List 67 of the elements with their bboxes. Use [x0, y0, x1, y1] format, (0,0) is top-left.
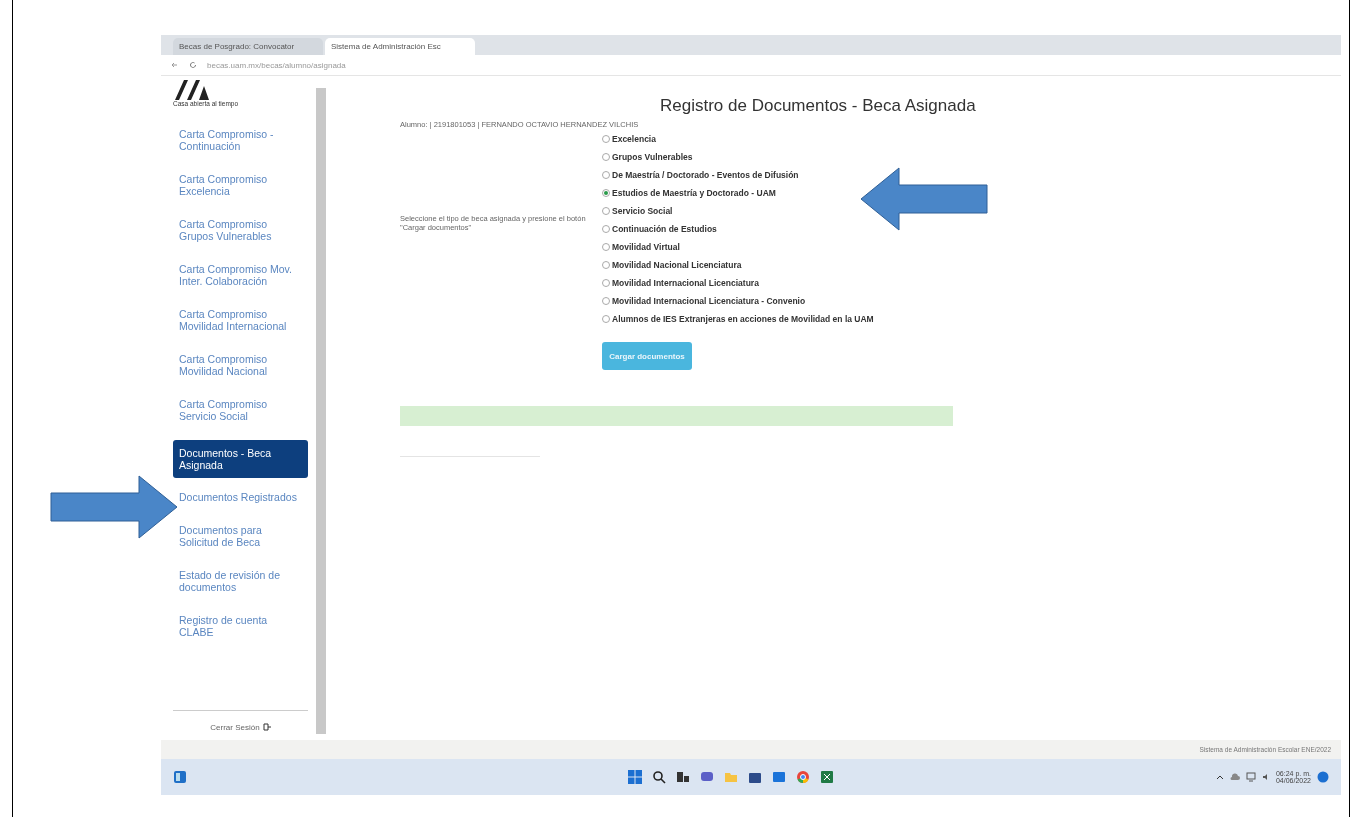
- option-label: Movilidad Virtual: [612, 242, 680, 252]
- sidebar-item[interactable]: Documentos Registrados: [173, 488, 308, 506]
- chevron-up-icon[interactable]: [1215, 773, 1224, 781]
- option-label: Movilidad Internacional Licenciatura: [612, 278, 759, 288]
- task-view-icon[interactable]: [676, 770, 691, 784]
- sidebar-item[interactable]: Carta Compromiso Movilidad Internacional: [173, 305, 308, 335]
- radio-button[interactable]: [602, 297, 610, 305]
- reload-icon[interactable]: [189, 61, 197, 69]
- sidebar-item[interactable]: Documentos para Solicitud de Beca: [173, 521, 308, 551]
- radio-button[interactable]: [602, 315, 610, 323]
- monitor-icon[interactable]: [1245, 772, 1256, 782]
- radio-button[interactable]: [602, 261, 610, 269]
- radio-button[interactable]: [602, 171, 610, 179]
- option-label: Estudios de Maestría y Doctorado - UAM: [612, 188, 776, 198]
- radio-button[interactable]: [602, 135, 610, 143]
- widgets-icon[interactable]: [173, 770, 187, 784]
- browser-tab[interactable]: Sistema de Administración Esc: [325, 38, 475, 55]
- sidebar-item[interactable]: Carta Compromiso Excelencia: [173, 170, 308, 200]
- sidebar-item[interactable]: Carta Compromiso - Continuación: [173, 125, 308, 155]
- mail-icon[interactable]: [772, 770, 787, 784]
- radio-button[interactable]: [602, 243, 610, 251]
- radio-button[interactable]: [602, 207, 610, 215]
- sidebar-item[interactable]: Carta Compromiso Grupos Vulnerables: [173, 215, 308, 245]
- option-label: Movilidad Nacional Licenciatura: [612, 260, 742, 270]
- sidebar-item[interactable]: Carta Compromiso Servicio Social: [173, 395, 308, 425]
- option-label: Alumnos de IES Extranjeras en acciones de Movilidad en la UAM: [612, 314, 874, 324]
- notification-icon[interactable]: [1317, 771, 1329, 783]
- sidebar-item[interactable]: Registro de cuenta CLABE: [173, 611, 308, 641]
- scrollbar[interactable]: [316, 88, 326, 734]
- browser-tab[interactable]: Becas de Posgrado: Convocator: [173, 38, 323, 55]
- option-label: De Maestría / Doctorado - Eventos de Difusión: [612, 170, 799, 180]
- sidebar-item[interactable]: Carta Compromiso Movilidad Nacional: [173, 350, 308, 380]
- option-label: Excelencia: [612, 134, 656, 144]
- chat-icon[interactable]: [700, 770, 715, 784]
- radio-option[interactable]: Grupos Vulnerables: [602, 148, 693, 166]
- chrome-icon[interactable]: [796, 770, 811, 784]
- speaker-icon[interactable]: [1261, 773, 1270, 781]
- radio-option[interactable]: Excelencia: [602, 130, 656, 148]
- option-label: Movilidad Internacional Licenciatura - Convenio: [612, 296, 806, 306]
- radio-option[interactable]: Servicio Social: [602, 202, 673, 220]
- spreadsheet-icon[interactable]: [820, 770, 835, 784]
- sidebar-item[interactable]: Carta Compromiso Mov. Inter. Colaboración: [173, 260, 308, 290]
- store-icon[interactable]: [748, 770, 763, 784]
- radio-option[interactable]: Movilidad Virtual: [602, 238, 680, 256]
- radio-option[interactable]: Continuación de Estudios: [602, 220, 717, 238]
- logo-icon: [173, 80, 211, 100]
- radio-option[interactable]: De Maestría / Doctorado - Eventos de Difusión: [602, 166, 799, 184]
- logout-icon: [262, 723, 271, 731]
- sidebar-item[interactable]: Documentos - Beca Asignada: [173, 440, 308, 478]
- option-label: Grupos Vulnerables: [612, 152, 693, 162]
- radio-option[interactable]: Movilidad Internacional Licenciatura: [602, 274, 759, 292]
- option-label: Servicio Social: [612, 206, 673, 216]
- radio-button[interactable]: [602, 189, 610, 197]
- radio-option[interactable]: Movilidad Internacional Licenciatura - Convenio: [602, 292, 806, 310]
- back-icon[interactable]: [171, 61, 179, 69]
- sidebar-item[interactable]: Estado de revisión de documentos: [173, 566, 308, 596]
- option-label: Continuación de Estudios: [612, 224, 717, 234]
- radio-option[interactable]: Movilidad Nacional Licenciatura: [602, 256, 742, 274]
- radio-button[interactable]: [602, 225, 610, 233]
- page-title: Registro de Documentos - Beca Asignada: [660, 96, 977, 116]
- start-icon[interactable]: [628, 770, 643, 784]
- radio-button[interactable]: [602, 279, 610, 287]
- cloud-icon[interactable]: [1229, 772, 1240, 782]
- radio-option[interactable]: Estudios de Maestría y Doctorado - UAM: [602, 184, 776, 202]
- radio-option[interactable]: Alumnos de IES Extranjeras en acciones de Movilidad en la UAM: [602, 310, 874, 328]
- search-icon[interactable]: [652, 770, 667, 784]
- radio-button[interactable]: [602, 153, 610, 161]
